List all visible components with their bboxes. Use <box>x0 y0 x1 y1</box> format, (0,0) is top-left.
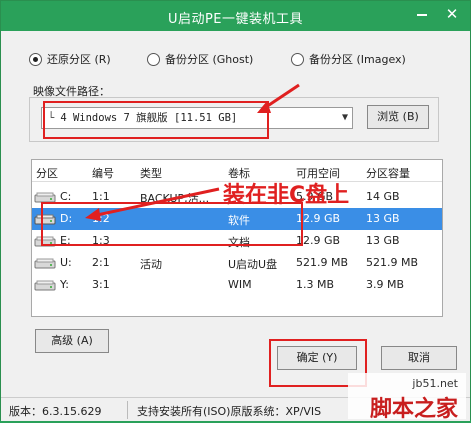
cancel-button[interactable]: 取消 <box>381 346 457 370</box>
disk-icon <box>34 280 56 291</box>
cell-size: 14 GB <box>366 190 400 203</box>
usb-drive-icon <box>34 258 56 269</box>
advanced-button[interactable]: 高级 (A) <box>35 329 109 353</box>
cell-free: 1.3 MB <box>296 278 335 291</box>
cell-label: U启动U盘 <box>228 258 278 271</box>
title-bar: U启动PE一键装机工具 ✕ <box>1 1 470 31</box>
radio-selected-icon <box>29 52 42 66</box>
cell-type: 活动 <box>140 258 162 271</box>
cell-partition: Y: <box>60 278 69 291</box>
cell-size: 13 GB <box>366 234 400 247</box>
watermark: jb51.net 脚本之家 <box>348 373 466 422</box>
cell-label: WIM <box>228 278 252 291</box>
cell-size: 3.9 MB <box>366 278 405 291</box>
browse-button[interactable]: 浏览 (B) <box>367 105 429 129</box>
close-button[interactable]: ✕ <box>438 3 466 25</box>
column-header-size: 分区容量 <box>366 167 410 180</box>
cell-size: 521.9 MB <box>366 256 419 269</box>
status-divider <box>127 401 128 419</box>
radio-unselected-icon <box>147 52 160 66</box>
watermark-site: jb51.net <box>412 377 458 390</box>
minimize-button[interactable] <box>408 3 436 25</box>
cell-number: 3:1 <box>92 278 110 291</box>
chevron-down-icon: ▼ <box>341 112 348 123</box>
installer-window: U启动PE一键装机工具 ✕ 还原分区 (R) 备份分区 (Ghost) 备份分区… <box>0 0 471 422</box>
cell-partition: U: <box>60 256 72 269</box>
annotation-text: 装在非C盘上 <box>223 183 350 208</box>
column-header-partition: 分区 <box>36 167 58 180</box>
highlight-box-image-path <box>43 101 269 139</box>
table-row[interactable]: U: 2:1 活动 U启动U盘 521.9 MB 521.9 MB <box>32 252 442 274</box>
column-header-type: 类型 <box>140 167 162 180</box>
radio-unselected-icon <box>291 52 304 66</box>
support-text: 支持安装所有(ISO)原版系统：XP/VIS <box>137 405 322 418</box>
mode-radio-group: 还原分区 (R) 备份分区 (Ghost) 备份分区 (Imagex) <box>1 51 470 69</box>
watermark-name: 脚本之家 <box>369 397 458 422</box>
cell-number: 2:1 <box>92 256 110 269</box>
radio-restore-label: 还原分区 (R) <box>47 53 111 66</box>
table-row[interactable]: Y: 3:1 WIM 1.3 MB 3.9 MB <box>32 274 442 296</box>
radio-backup-imagex-label: 备份分区 (Imagex) <box>309 53 406 66</box>
column-header-number: 编号 <box>92 167 114 180</box>
version-text: 版本：6.3.15.629 <box>9 405 102 418</box>
radio-restore[interactable]: 还原分区 (R) <box>29 51 111 67</box>
radio-backup-ghost-label: 备份分区 (Ghost) <box>165 53 254 66</box>
radio-backup-imagex[interactable]: 备份分区 (Imagex) <box>291 51 406 67</box>
close-icon: ✕ <box>445 5 459 23</box>
minimize-icon <box>417 13 427 16</box>
cell-size: 13 GB <box>366 212 400 225</box>
cell-free: 521.9 MB <box>296 256 349 269</box>
window-title: U启动PE一键装机工具 <box>167 12 304 27</box>
radio-backup-ghost[interactable]: 备份分区 (Ghost) <box>147 51 253 67</box>
